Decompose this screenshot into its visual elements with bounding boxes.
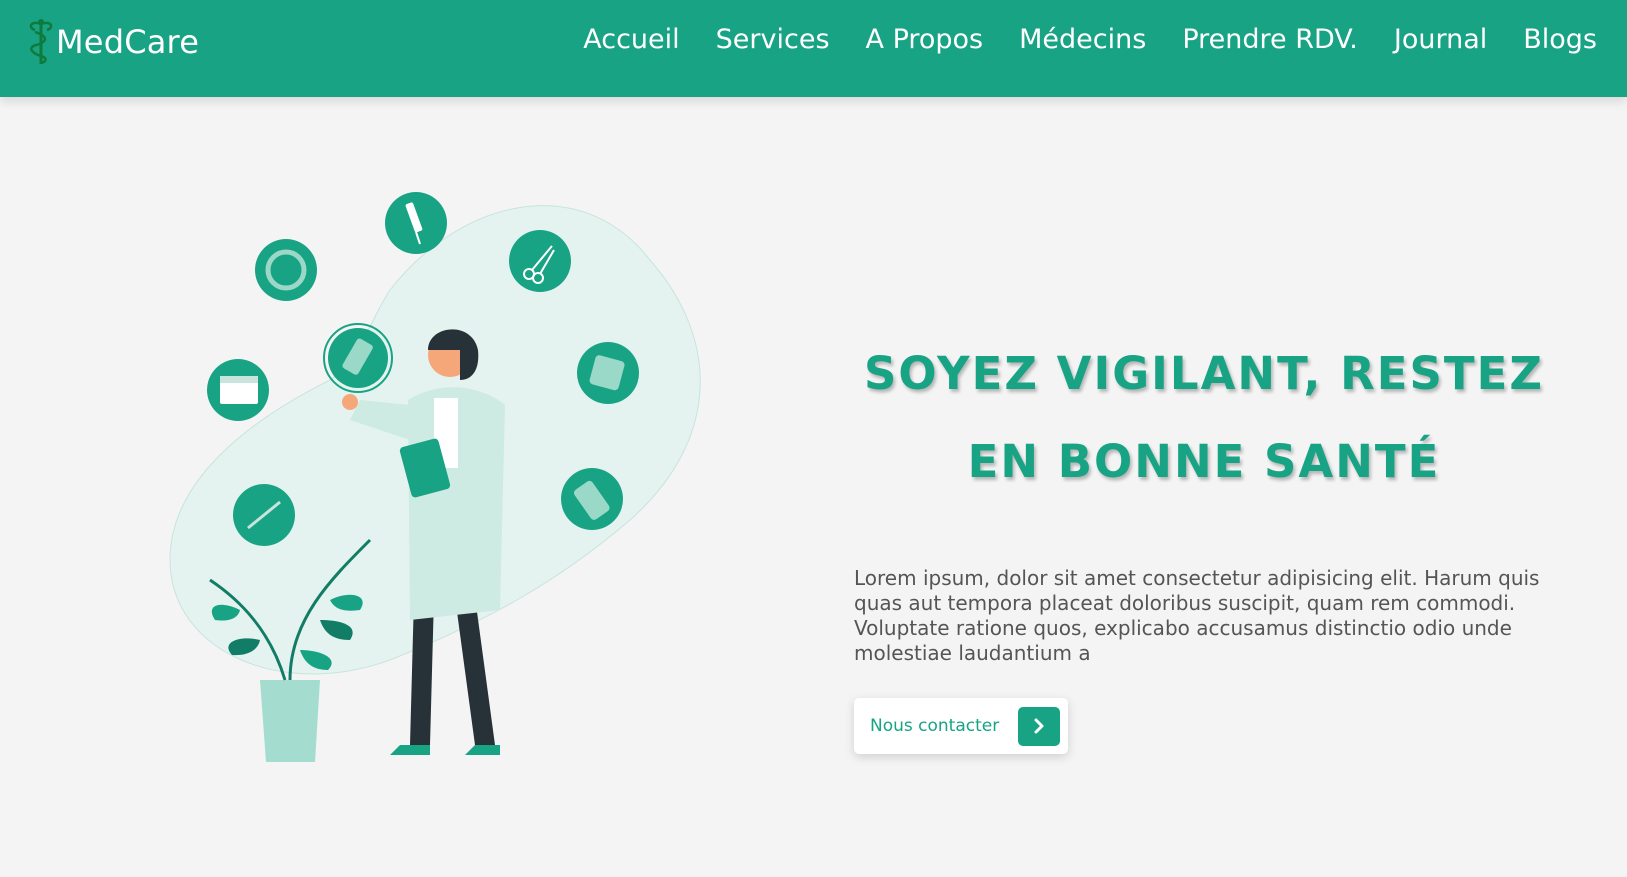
hero-illustration xyxy=(160,180,740,800)
pill-bottle-icon xyxy=(323,323,393,393)
nav-item-a-propos[interactable]: A Propos xyxy=(866,22,984,58)
scissors-icon xyxy=(509,230,571,292)
syringe-icon xyxy=(385,192,447,254)
chevron-right-icon xyxy=(1018,706,1060,746)
nav-item-services[interactable]: Services xyxy=(716,22,830,58)
nav-item-accueil[interactable]: Accueil xyxy=(583,22,679,58)
brand-name: MedCare xyxy=(56,23,200,61)
caduceus-icon xyxy=(29,19,53,65)
doctor-illustration xyxy=(169,192,701,762)
hero-section: SOYEZ VIGILANT, RESTEZ EN BONNE SANTÉ Lo… xyxy=(854,330,1554,754)
plaster-icon xyxy=(255,239,317,301)
nav-item-journal[interactable]: Journal xyxy=(1394,22,1487,58)
contact-button-label: Nous contacter xyxy=(870,716,1000,736)
nav-item-medecins[interactable]: Médecins xyxy=(1019,22,1146,58)
calendar-icon xyxy=(207,359,269,421)
blister-pack-icon xyxy=(561,468,623,530)
hero-description: Lorem ipsum, dolor sit amet consectetur … xyxy=(854,566,1540,665)
navbar: MedCare Accueil Services A Propos Médeci… xyxy=(0,0,1627,97)
pills-icon xyxy=(577,342,639,404)
nav-menu: Accueil Services A Propos Médecins Prend… xyxy=(547,22,1597,58)
hero-title: SOYEZ VIGILANT, RESTEZ EN BONNE SANTÉ xyxy=(864,347,1544,488)
nav-item-blogs[interactable]: Blogs xyxy=(1523,22,1597,58)
nav-item-prendre-rdv[interactable]: Prendre RDV. xyxy=(1182,22,1358,58)
brand[interactable]: MedCare xyxy=(28,14,199,70)
thermometer-icon xyxy=(233,484,295,546)
contact-button[interactable]: Nous contacter xyxy=(854,698,1068,754)
